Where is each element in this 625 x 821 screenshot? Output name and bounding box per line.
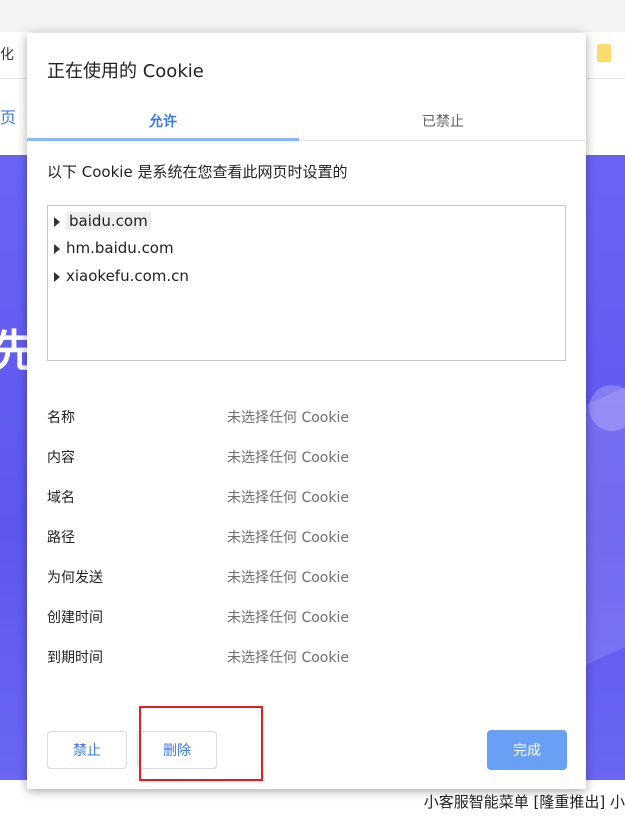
detail-label: 内容: [47, 450, 75, 466]
detail-value: 未选择任何 Cookie: [227, 610, 349, 626]
done-button[interactable]: 完成: [487, 730, 567, 770]
detail-value: 未选择任何 Cookie: [227, 410, 349, 426]
tree-item-label: xiaokefu.com.cn: [66, 267, 189, 285]
cookies-dialog: 正在使用的 Cookie 允许 已禁止 以下 Cookie 是系统在您查看此网页…: [27, 33, 586, 789]
cookie-domain-tree[interactable]: baidu.com hm.baidu.com xiaokefu.com.cn: [47, 205, 566, 361]
tab-blocked[interactable]: 已禁止: [307, 108, 579, 140]
dialog-description: 以下 Cookie 是系统在您查看此网页时设置的: [47, 163, 348, 181]
expand-arrow-icon[interactable]: [54, 271, 60, 282]
detail-label: 域名: [47, 490, 75, 506]
block-button[interactable]: 禁止: [47, 731, 127, 769]
detail-label: 为何发送: [47, 570, 103, 586]
tree-item-label: hm.baidu.com: [66, 239, 174, 257]
detail-value: 未选择任何 Cookie: [227, 570, 349, 586]
dialog-title: 正在使用的 Cookie: [47, 61, 204, 82]
detail-label: 到期时间: [47, 650, 103, 666]
delete-button[interactable]: 删除: [137, 731, 217, 769]
tree-item-domain[interactable]: baidu.com: [54, 209, 155, 233]
background-text-fragment: 化: [0, 47, 14, 63]
tree-item-label: baidu.com: [66, 212, 151, 230]
detail-value: 未选择任何 Cookie: [227, 650, 349, 666]
detail-value: 未选择任何 Cookie: [227, 450, 349, 466]
detail-value: 未选择任何 Cookie: [227, 490, 349, 506]
tree-item-domain[interactable]: xiaokefu.com.cn: [54, 264, 193, 288]
tab-allowed[interactable]: 允许: [27, 108, 299, 141]
expand-arrow-icon[interactable]: [54, 216, 60, 227]
bookmark-folder-icon[interactable]: [597, 44, 611, 62]
background-link-fragment[interactable]: 页: [0, 104, 16, 128]
footer-link-text[interactable]: 小客服智能菜单 [隆重推出] 小: [424, 791, 625, 812]
detail-label: 路径: [47, 530, 75, 546]
browser-toolbar: [0, 0, 625, 32]
expand-arrow-icon[interactable]: [54, 243, 60, 254]
tab-bar: 允许 已禁止: [27, 108, 586, 141]
detail-value: 未选择任何 Cookie: [227, 530, 349, 546]
detail-label: 创建时间: [47, 610, 103, 626]
detail-label: 名称: [47, 410, 75, 426]
tree-item-domain[interactable]: hm.baidu.com: [54, 236, 178, 260]
